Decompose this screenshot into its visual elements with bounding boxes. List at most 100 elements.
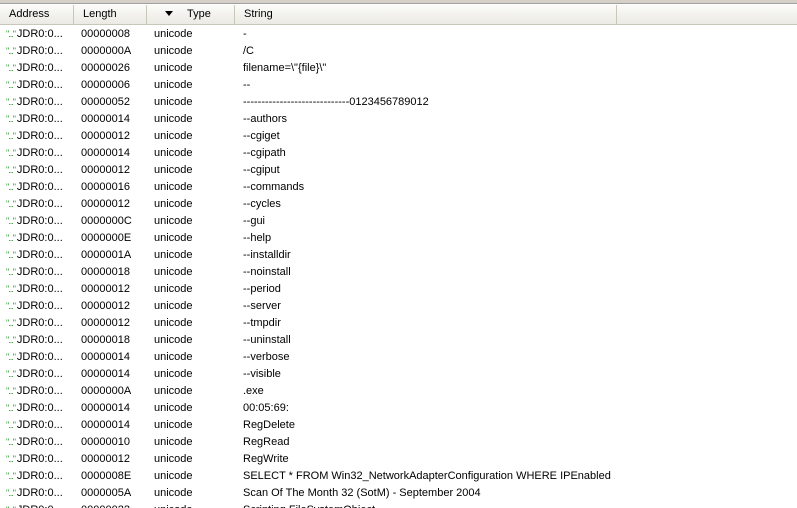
table-row[interactable]: "..." JDR0:0... 00000012 unicode --period (0, 281, 797, 298)
length-value: 00000014 (81, 147, 130, 159)
table-row[interactable]: "..." JDR0:0... 00000014 unicode 00:05:69: (0, 400, 797, 417)
window-top-border (0, 0, 797, 4)
table-row[interactable]: "..." JDR0:0... 00000018 unicode --noinstall (0, 264, 797, 281)
address-cell: "..."JDR0:0... (0, 196, 74, 213)
address-value: JDR0:0... (16, 351, 63, 363)
column-header-length-label: Length (83, 8, 117, 20)
table-row[interactable]: "..." JDR0:0... 00000012 unicode --cycles (0, 196, 797, 213)
table-row[interactable]: "..." JDR0:0... 00000018 unicode --uninstall (0, 332, 797, 349)
table-row[interactable]: "..." JDR0:0... 00000012 unicode --cgiput (0, 162, 797, 179)
string-value: -- (243, 79, 251, 91)
string-literal-icon: "..." (6, 114, 16, 124)
address-cell: "..."JDR0:0... (0, 383, 74, 400)
address-cell: "..."JDR0:0... (0, 281, 74, 298)
type-value: unicode (154, 164, 193, 176)
type-value: unicode (154, 487, 193, 499)
address-value: JDR0:0... (16, 28, 63, 40)
table-row[interactable]: "..." JDR0:0... 00000014 unicode RegDelete (0, 417, 797, 434)
address-value: JDR0:0... (16, 334, 63, 346)
column-header-string[interactable]: String (235, 5, 617, 24)
string-value: /C (243, 45, 254, 57)
string-literal-icon: "..." (6, 165, 16, 175)
length-value: 00000052 (81, 96, 130, 108)
address-value: JDR0:0... (16, 317, 63, 329)
table-row[interactable]: "..." JDR0:0... 00000014 unicode --verbose (0, 349, 797, 366)
string-literal-icon: "..." (6, 437, 16, 447)
column-header-address[interactable]: Address (0, 5, 74, 24)
table-row[interactable]: "..." JDR0:0... 00000006 unicode -- (0, 77, 797, 94)
string-value: 00:05:69: (243, 402, 289, 414)
address-value: JDR0:0... (16, 45, 63, 57)
table-row[interactable]: "..." JDR0:0... 00000012 unicode --tmpdir (0, 315, 797, 332)
length-value: 00000006 (81, 79, 130, 91)
table-row[interactable]: "..." JDR0:0... 00000014 unicode --cgipath (0, 145, 797, 162)
table-row[interactable]: "..." JDR0:0... 0000000E unicode --help (0, 230, 797, 247)
table-row[interactable]: "..." JDR0:0... 00000052 unicode -----------… (0, 94, 797, 111)
type-value: unicode (154, 96, 193, 108)
table-row[interactable]: "..." JDR0:0... 0000000A unicode /C (0, 43, 797, 60)
address-cell: "..."JDR0:0... (0, 128, 74, 145)
string-literal-icon: "..." (6, 80, 16, 90)
string-literal-icon: "..." (6, 199, 16, 209)
address-value: JDR0:0... (16, 164, 63, 176)
address-cell: "..."JDR0:0... (0, 213, 74, 230)
string-literal-icon: "..." (6, 131, 16, 141)
address-value: JDR0:0... (16, 368, 63, 380)
address-value: JDR0:0... (16, 181, 63, 193)
string-value: --commands (243, 181, 305, 193)
table-row[interactable]: "..." JDR0:0... 0000000C unicode --gui (0, 213, 797, 230)
address-cell: "..."JDR0:0... (0, 230, 74, 247)
string-value: --installdir (243, 249, 291, 261)
address-value: JDR0:0... (16, 266, 63, 278)
string-literal-icon: "..." (6, 216, 16, 226)
length-value: 00000018 (81, 266, 130, 278)
table-row[interactable]: "..." JDR0:0... 00000026 unicode filename=\… (0, 60, 797, 77)
string-literal-icon: "..." (6, 369, 16, 379)
length-value: 00000014 (81, 368, 130, 380)
length-value: 00000012 (81, 283, 130, 295)
string-literal-icon: "..." (6, 403, 16, 413)
table-row[interactable]: "..." JDR0:0... 0000000A unicode .exe (0, 383, 797, 400)
address-value: JDR0:0... (16, 453, 63, 465)
table-row[interactable]: "..." JDR0:0... 0000005A unicode Scan Of The… (0, 485, 797, 502)
address-value: JDR0:0... (16, 62, 63, 74)
strings-list[interactable]: "..." JDR0:0... 00000008 unicode - "..." JDR0:… (0, 26, 797, 508)
length-value: 00000012 (81, 130, 130, 142)
string-value: - (243, 28, 247, 40)
table-row[interactable]: "..." JDR0:0... 00000014 unicode --visible (0, 366, 797, 383)
length-value: 00000014 (81, 113, 130, 125)
length-value: 00000008 (81, 28, 130, 40)
string-literal-icon: "..." (6, 148, 16, 158)
string-literal-icon: "..." (6, 250, 16, 260)
table-row[interactable]: "..." JDR0:0... 00000012 unicode --cgiget (0, 128, 797, 145)
length-value: 00000014 (81, 402, 130, 414)
address-cell: "..."JDR0:0... (0, 417, 74, 434)
column-header-type[interactable]: Type (147, 5, 235, 24)
string-literal-icon: "..." (6, 301, 16, 311)
length-value: 00000014 (81, 351, 130, 363)
column-header-length[interactable]: Length (74, 5, 147, 24)
string-value: .exe (243, 385, 264, 397)
table-row[interactable]: "..." JDR0:0... 00000014 unicode --authors (0, 111, 797, 128)
type-value: unicode (154, 113, 193, 125)
list-header: Address Length Type String (0, 5, 797, 25)
length-value: 00000016 (81, 181, 130, 193)
table-row[interactable]: "..."JDR0:0...00000022unicodeScripting.F… (0, 502, 797, 508)
address-value: JDR0:0... (16, 419, 63, 431)
table-row[interactable]: "..." JDR0:0... 00000008 unicode - (0, 26, 797, 43)
table-row[interactable]: "..." JDR0:0... 00000012 unicode --server (0, 298, 797, 315)
length-value: 0000000A (81, 45, 132, 57)
address-cell: "..."JDR0:0... (0, 349, 74, 366)
table-row[interactable]: "..." JDR0:0... 0000001A unicode --installdi… (0, 247, 797, 264)
type-value: unicode (154, 334, 193, 346)
string-value: --gui (243, 215, 266, 227)
table-row[interactable]: "..." JDR0:0... 00000012 unicode RegWrite (0, 451, 797, 468)
string-value: filename=\"{file}\" (243, 62, 327, 74)
table-row[interactable]: "..." JDR0:0... 00000016 unicode --commands (0, 179, 797, 196)
table-row[interactable]: "..." JDR0:0... 0000008E unicode SELECT * FR… (0, 468, 797, 485)
type-value: unicode (154, 45, 193, 57)
table-row[interactable]: "..." JDR0:0... 00000010 unicode RegRead (0, 434, 797, 451)
string-literal-icon: "..." (6, 471, 16, 481)
string-value: --cgiget (243, 130, 280, 142)
address-value: JDR0:0... (16, 147, 63, 159)
